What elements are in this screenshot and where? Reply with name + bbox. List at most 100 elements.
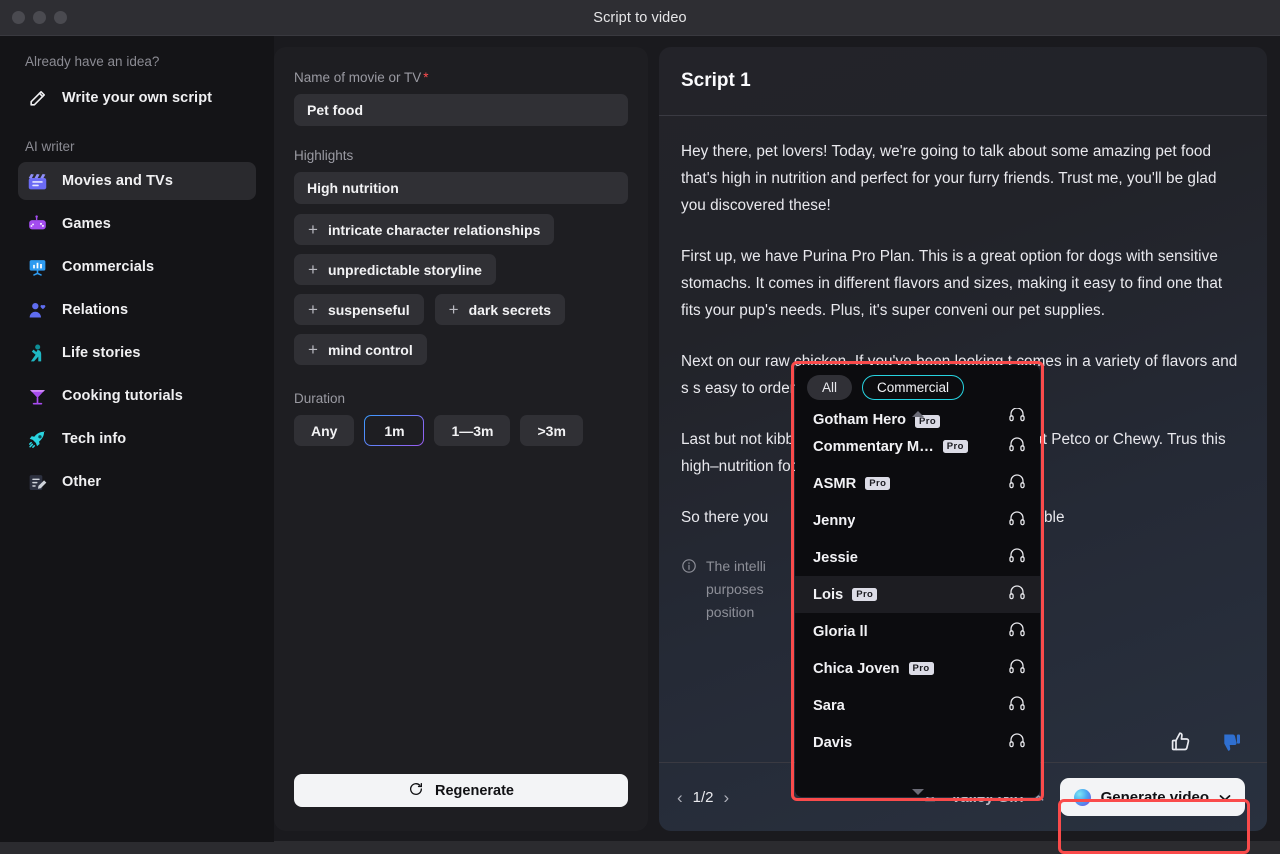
highlight-suggestion-chip[interactable]: + mind control <box>294 334 427 365</box>
duration-option-1-3m[interactable]: 1—3m <box>434 415 510 446</box>
highlight-suggestion-chip[interactable]: + dark secrets <box>435 294 565 325</box>
voice-filter-commercial[interactable]: Commercial <box>862 375 964 400</box>
sidebar-item-label: Games <box>62 216 111 232</box>
voice-item-name: Sara <box>813 698 845 714</box>
sidebar-item-label: Life stories <box>62 345 141 361</box>
regenerate-button[interactable]: Regenerate <box>294 774 628 807</box>
script-settings-form: Name of movie or TV* Pet food Highlights… <box>274 47 648 831</box>
sidebar-item-label: Commercials <box>62 259 154 275</box>
pro-badge: Pro <box>915 415 940 429</box>
sidebar-section-idea-label: Already have an idea? <box>0 54 274 69</box>
person-waving-icon <box>26 342 48 364</box>
chip-label: unpredictable storyline <box>328 262 482 278</box>
app-body: Already have an idea? Write your own scr… <box>0 35 1280 841</box>
sidebar-item-label: Cooking tutorials <box>62 388 183 404</box>
sidebar-item-cooking-tutorials[interactable]: Cooking tutorials <box>18 377 256 415</box>
sidebar-item-relations[interactable]: Relations <box>18 291 256 329</box>
feedback-controls <box>1169 730 1241 759</box>
highlights-label: Highlights <box>294 148 628 163</box>
cocktail-glass-icon <box>26 385 48 407</box>
voice-filter-all[interactable]: All <box>807 375 852 400</box>
headphones-icon[interactable] <box>1008 620 1026 643</box>
chip-label: mind control <box>328 342 413 358</box>
highlight-suggestion-chip[interactable]: + suspenseful <box>294 294 424 325</box>
sidebar-item-movies-and-tvs[interactable]: Movies and TVs <box>18 162 256 200</box>
voice-item-name: ASMR <box>813 476 856 492</box>
info-icon <box>681 558 697 624</box>
scroll-down-arrow-icon <box>795 786 1040 797</box>
chevron-left-icon[interactable]: ‹ <box>677 789 683 806</box>
script-panel-header: Script 1 <box>659 47 1267 116</box>
thumbs-down-icon[interactable] <box>1217 730 1241 759</box>
sidebar-item-label: Write your own script <box>62 90 212 106</box>
duration-option-1m[interactable]: 1m <box>364 415 424 446</box>
sidebar-item-games[interactable]: Games <box>18 205 256 243</box>
sidebar-item-life-stories[interactable]: Life stories <box>18 334 256 372</box>
pro-badge: Pro <box>909 662 934 676</box>
chevron-right-icon[interactable]: › <box>724 789 730 806</box>
sidebar-item-other[interactable]: Other <box>18 463 256 501</box>
headphones-icon[interactable] <box>1008 509 1026 532</box>
headphones-icon[interactable] <box>1008 408 1026 428</box>
pro-badge: Pro <box>865 477 890 491</box>
voice-selection-dropdown[interactable]: All Commercial Gotham Hero Pro Commentar… <box>795 365 1040 797</box>
page-indicator: 1/2 <box>693 789 714 806</box>
highlights-input[interactable]: High nutrition <box>294 172 628 204</box>
chevron-down-icon[interactable] <box>1219 789 1231 806</box>
plus-icon: + <box>308 301 318 318</box>
voice-list-item-lois[interactable]: Lois Pro <box>795 576 1040 613</box>
disclaimer-line: The intelli <box>706 558 766 574</box>
rocket-icon <box>26 428 48 450</box>
highlight-suggestion-chip[interactable]: + intricate character relationships <box>294 214 554 245</box>
duration-option-any[interactable]: Any <box>294 415 354 446</box>
duration-label: Duration <box>294 391 628 406</box>
voice-item-name: Gotham Hero <box>813 412 906 428</box>
name-field-label-text: Name of movie or TV <box>294 70 421 85</box>
headphones-icon[interactable] <box>1008 694 1026 717</box>
script-pagination: ‹ 1/2 › <box>677 789 729 806</box>
voice-list-item[interactable]: Gotham Hero Pro <box>795 408 1040 428</box>
highlight-suggestion-chip[interactable]: + unpredictable storyline <box>294 254 496 285</box>
voice-list-item[interactable]: Commentary M… Pro <box>795 428 1040 465</box>
highlight-suggestion-list: + intricate character relationships + un… <box>294 214 628 365</box>
disclaimer-text: The intelli purposes position <box>706 555 766 624</box>
duration-option-over-3m[interactable]: >3m <box>520 415 582 446</box>
voice-filter-chips: All Commercial <box>795 365 1040 408</box>
sidebar-item-label: Tech info <box>62 431 126 447</box>
voice-list-item[interactable]: Chica Joven Pro <box>795 650 1040 687</box>
gamepad-icon <box>26 213 48 235</box>
sidebar-item-write-your-own-script[interactable]: Write your own script <box>18 79 256 117</box>
name-input[interactable]: Pet food <box>294 94 628 126</box>
regenerate-label: Regenerate <box>435 783 514 799</box>
sidebar-item-tech-info[interactable]: Tech info <box>18 420 256 458</box>
sidebar-item-commercials[interactable]: Commercials <box>18 248 256 286</box>
headphones-icon[interactable] <box>1008 657 1026 680</box>
voice-item-name: Commentary M… <box>813 439 934 455</box>
pro-badge: Pro <box>943 440 968 454</box>
script-paragraph: First up, we have Purina Pro Plan. This … <box>681 243 1245 324</box>
plus-icon: + <box>449 301 459 318</box>
voice-list-item[interactable]: Jenny <box>795 502 1040 539</box>
disclaimer-line: purposes <box>706 581 764 597</box>
duration-option-group: Any 1m 1—3m >3m <box>294 415 628 446</box>
sidebar-item-label: Movies and TVs <box>62 173 173 189</box>
note-pencil-icon <box>26 471 48 493</box>
disclaimer-line: position <box>706 604 754 620</box>
thumbs-up-icon[interactable] <box>1169 730 1193 759</box>
generate-video-button[interactable]: Generate video <box>1060 778 1245 816</box>
voice-list-item[interactable]: Davis <box>795 724 1040 761</box>
voice-list-item[interactable]: Jessie <box>795 539 1040 576</box>
voice-list-item[interactable]: Gloria ll <box>795 613 1040 650</box>
sidebar-item-label: Relations <box>62 302 128 318</box>
headphones-icon[interactable] <box>1008 435 1026 458</box>
headphones-icon[interactable] <box>1008 731 1026 754</box>
voice-list-item[interactable]: Sara <box>795 687 1040 724</box>
headphones-icon[interactable] <box>1008 583 1026 606</box>
pencil-icon <box>26 87 48 109</box>
voice-list-item[interactable]: ASMR Pro <box>795 465 1040 502</box>
pro-badge: Pro <box>852 588 877 602</box>
headphones-icon[interactable] <box>1008 472 1026 495</box>
window-title: Script to video <box>0 10 1280 26</box>
headphones-icon[interactable] <box>1008 546 1026 569</box>
voice-list[interactable]: Gotham Hero Pro Commentary M… Pro ASMR P… <box>795 408 1040 797</box>
